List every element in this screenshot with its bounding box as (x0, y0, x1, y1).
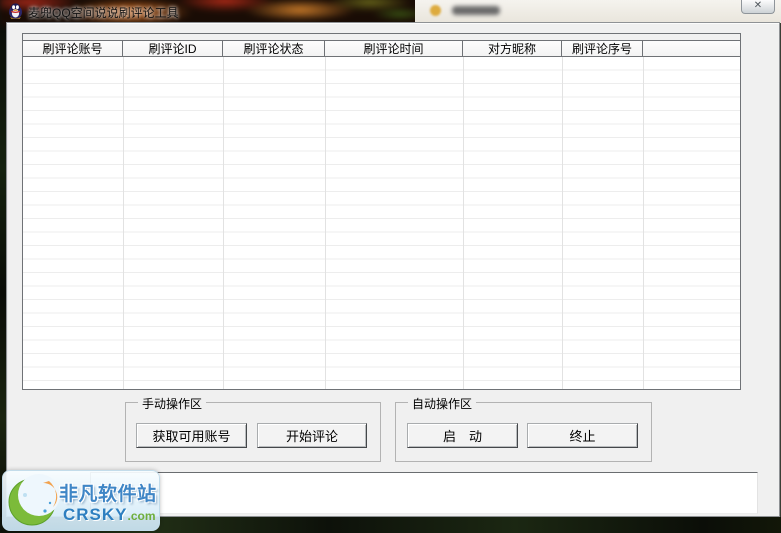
crsky-crescent-logo-icon (5, 473, 61, 529)
crsky-domain: CRSKY (63, 505, 128, 524)
column-header-blank[interactable] (643, 41, 740, 56)
start-comment-button[interactable]: 开始评论 (257, 423, 367, 448)
auto-stop-button[interactable]: 终止 (527, 423, 638, 448)
column-header-time[interactable]: 刷评论时间 (325, 41, 463, 56)
column-header-seq[interactable]: 刷评论序号 (562, 41, 643, 56)
grid-column-line (223, 57, 224, 389)
comment-task-listview[interactable]: 刷评论账号 刷评论ID 刷评论状态 刷评论时间 对方昵称 刷评论序号 (22, 33, 741, 390)
grid-column-line (325, 57, 326, 389)
window-title: 麦兜QQ空间说说刷评论工具 (28, 4, 179, 21)
listview-header-row: 刷评论账号 刷评论ID 刷评论状态 刷评论时间 对方昵称 刷评论序号 (23, 40, 740, 57)
grid-column-line (123, 57, 124, 389)
auto-group-title: 自动操作区 (408, 395, 476, 412)
get-accounts-button[interactable]: 获取可用账号 (136, 423, 247, 448)
auto-start-button[interactable]: 启 动 (407, 423, 518, 448)
crsky-site-url: CRSKY.com (63, 505, 156, 525)
crsky-tld: .com (128, 509, 156, 523)
crsky-watermark: 非凡软件站 CRSKY.com (2, 470, 160, 531)
background-window-text-blur (452, 6, 500, 15)
background-window-icon (430, 5, 441, 16)
close-icon: ✕ (754, 1, 762, 11)
manual-group-title: 手动操作区 (138, 395, 206, 412)
screenshot-stage: 麦兜QQ空间说说刷评论工具 ✕ 刷评论账号 刷评论ID 刷评论状态 刷评论时间 … (0, 0, 781, 533)
column-header-id[interactable]: 刷评论ID (123, 41, 223, 56)
grid-column-line (562, 57, 563, 389)
window-titlebar[interactable]: 麦兜QQ空间说说刷评论工具 ✕ (0, 0, 781, 23)
grid-column-line (463, 57, 464, 389)
grid-column-line (643, 57, 644, 389)
crsky-site-name: 非凡软件站 (59, 479, 157, 506)
qq-penguin-app-icon[interactable] (8, 3, 23, 19)
listview-body-empty[interactable] (23, 57, 740, 389)
close-button[interactable]: ✕ (741, 0, 775, 14)
comment-content-input[interactable] (90, 472, 758, 514)
column-header-status[interactable]: 刷评论状态 (223, 41, 325, 56)
column-header-account[interactable]: 刷评论账号 (23, 41, 123, 56)
column-header-nickname[interactable]: 对方昵称 (463, 41, 562, 56)
